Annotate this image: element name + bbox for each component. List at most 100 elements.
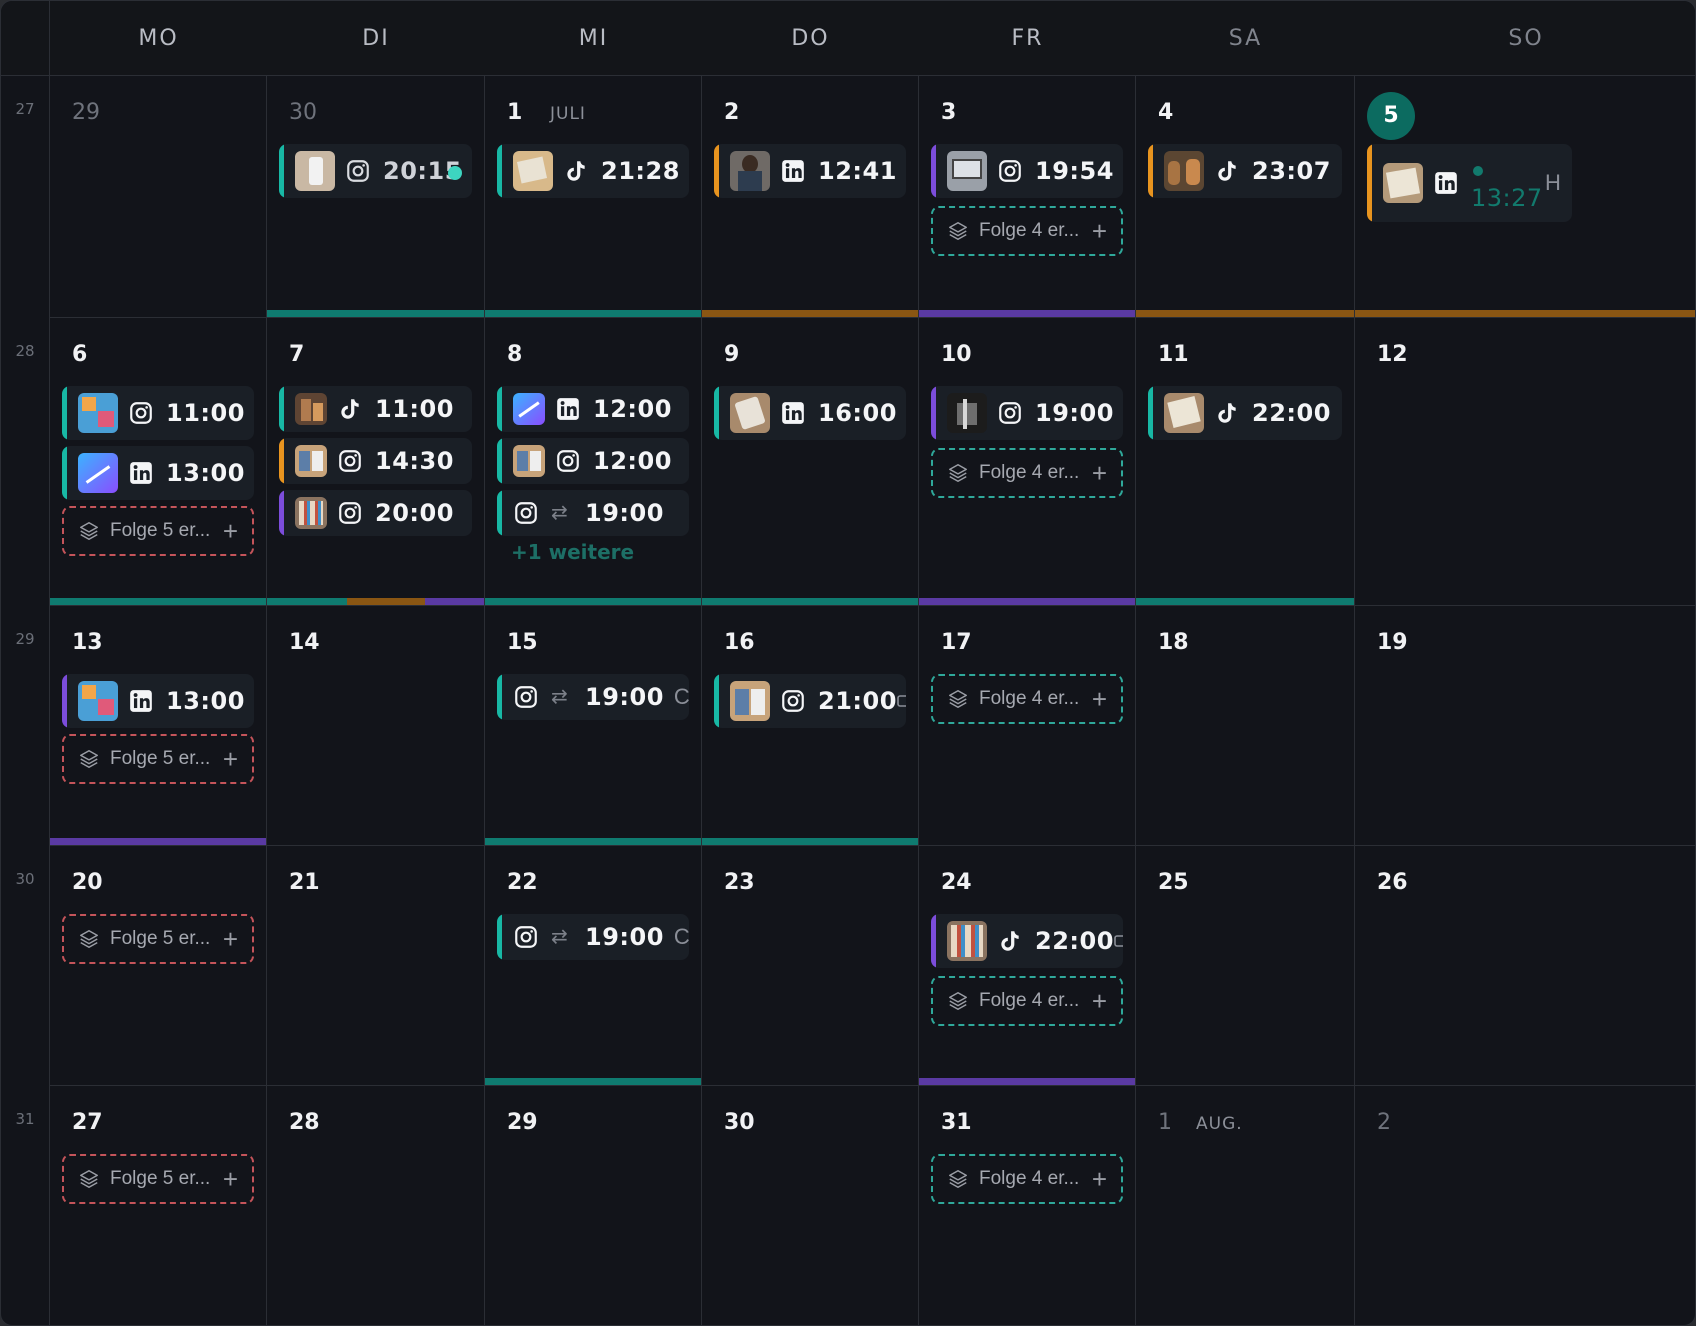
post-time: 22:00 bbox=[1035, 927, 1114, 955]
scheduled-post[interactable]: 20:00 bbox=[279, 490, 472, 536]
create-episode-placeholder[interactable]: Folge 4 er... + bbox=[931, 976, 1123, 1026]
scheduled-post[interactable]: 13:27 H bbox=[1367, 144, 1572, 222]
day-cell[interactable]: 18 bbox=[1136, 606, 1355, 846]
placeholder-label: Folge 5 er... bbox=[110, 928, 211, 949]
create-episode-placeholder[interactable]: Folge 4 er... + bbox=[931, 1154, 1123, 1204]
day-cell[interactable]: 30 20:15 bbox=[267, 76, 485, 318]
status-bar bbox=[62, 386, 67, 440]
scheduled-post[interactable]: ⇄ 19:00 C.. bbox=[497, 914, 689, 960]
day-cell[interactable]: 16 21:00 bbox=[702, 606, 919, 846]
add-icon[interactable]: + bbox=[223, 1164, 238, 1195]
day-cell[interactable]: 21 bbox=[267, 846, 485, 1086]
instagram-icon bbox=[337, 500, 363, 526]
day-cell[interactable]: 17 Folge 4 er... + bbox=[919, 606, 1136, 846]
scheduled-post[interactable]: 13:00 N bbox=[62, 674, 254, 728]
create-episode-placeholder[interactable]: Folge 5 er... + bbox=[62, 1154, 254, 1204]
scheduled-post[interactable]: 12:41 V bbox=[714, 144, 906, 198]
day-cell[interactable]: 27 Folge 5 er... + bbox=[50, 1086, 267, 1325]
scheduled-post[interactable]: 11:00 N bbox=[62, 386, 254, 440]
scheduled-post[interactable]: 12:00 bbox=[497, 386, 689, 432]
day-cell[interactable]: 7 11:00 14:30 20:00 bbox=[267, 318, 485, 606]
scheduled-post[interactable]: 13:00 V bbox=[62, 446, 254, 500]
scheduled-post[interactable]: 19:54 N bbox=[931, 144, 1123, 198]
day-cell[interactable]: 11 22:00 D bbox=[1136, 318, 1355, 606]
scheduled-post[interactable]: 16:00 C bbox=[714, 386, 906, 440]
day-cell[interactable]: 6 11:00 N 13:00 V Folge 5 er... + bbox=[50, 318, 267, 606]
create-episode-placeholder[interactable]: Folge 5 er... + bbox=[62, 734, 254, 784]
create-episode-placeholder[interactable]: Folge 4 er... + bbox=[931, 674, 1123, 724]
layers-icon bbox=[80, 522, 98, 540]
day-cell[interactable]: 24 22:00 Folge 4 er... + bbox=[919, 846, 1136, 1086]
instagram-icon bbox=[555, 448, 581, 474]
day-cell[interactable]: 20 Folge 5 er... + bbox=[50, 846, 267, 1086]
add-icon[interactable]: + bbox=[1092, 1164, 1107, 1195]
add-icon[interactable]: + bbox=[223, 516, 238, 547]
day-status-strip bbox=[267, 310, 484, 317]
status-bar bbox=[1367, 144, 1372, 222]
day-cell[interactable]: 28 bbox=[267, 1086, 485, 1325]
day-cell[interactable]: 29 bbox=[485, 1086, 702, 1325]
post-time: 13:00 bbox=[166, 687, 245, 715]
day-cell[interactable]: 1 JULI 21:28 3 bbox=[485, 76, 702, 318]
day-cell[interactable]: 30 bbox=[702, 1086, 919, 1325]
post-time: 20:00 bbox=[375, 499, 454, 527]
week-number: 27 bbox=[1, 76, 50, 318]
day-cell[interactable]: 22 ⇄ 19:00 C.. bbox=[485, 846, 702, 1086]
scheduled-post[interactable]: 11:00 bbox=[279, 386, 472, 432]
day-cell[interactable]: 26 bbox=[1355, 846, 1695, 1086]
scheduled-post[interactable]: ⇄ 19:00 bbox=[497, 490, 689, 536]
add-icon[interactable]: + bbox=[1092, 986, 1107, 1017]
more-events-link[interactable]: +1 weitere bbox=[511, 540, 634, 564]
create-episode-placeholder[interactable]: Folge 5 er... + bbox=[62, 914, 254, 964]
instagram-icon bbox=[513, 924, 539, 950]
day-cell[interactable]: 3 19:54 N Folge 4 er... + bbox=[919, 76, 1136, 318]
layers-icon bbox=[949, 1170, 967, 1188]
day-cell[interactable]: 1 AUG. bbox=[1136, 1086, 1355, 1325]
scheduled-post[interactable]: 22:00 D bbox=[1148, 386, 1342, 440]
scheduled-post[interactable]: 20:15 bbox=[279, 144, 472, 198]
day-cell[interactable]: 19 bbox=[1355, 606, 1695, 846]
add-icon[interactable]: + bbox=[1092, 458, 1107, 489]
create-episode-placeholder[interactable]: Folge 4 er... + bbox=[931, 206, 1123, 256]
add-icon[interactable]: + bbox=[1092, 216, 1107, 247]
instagram-icon bbox=[513, 684, 539, 710]
day-cell[interactable]: 29 bbox=[50, 76, 267, 318]
scheduled-post[interactable]: 22:00 bbox=[931, 914, 1123, 968]
scheduled-post[interactable]: ⇄ 19:00 C.. bbox=[497, 674, 689, 720]
scheduled-post[interactable]: 12:00 bbox=[497, 438, 689, 484]
day-cell[interactable]: 13 13:00 N Folge 5 er... + bbox=[50, 606, 267, 846]
add-icon[interactable]: + bbox=[1092, 684, 1107, 715]
day-cell[interactable]: 25 bbox=[1136, 846, 1355, 1086]
scheduled-post[interactable]: 19:00 N bbox=[931, 386, 1123, 440]
scheduled-post[interactable]: 14:30 bbox=[279, 438, 472, 484]
day-cell[interactable]: 2 bbox=[1355, 1086, 1695, 1325]
post-time: 21:28 bbox=[601, 157, 680, 185]
placeholder-label: Folge 4 er... bbox=[979, 990, 1080, 1011]
day-cell-today[interactable]: 5 13:27 H bbox=[1355, 76, 1695, 318]
scheduled-post[interactable]: 23:07 S bbox=[1148, 144, 1342, 198]
day-cell[interactable]: 31 Folge 4 er... + bbox=[919, 1086, 1136, 1325]
add-icon[interactable]: + bbox=[223, 924, 238, 955]
scheduled-post[interactable]: 21:00 bbox=[714, 674, 906, 728]
status-dot bbox=[1473, 166, 1483, 176]
status-bar bbox=[497, 490, 502, 536]
day-cell[interactable]: 9 16:00 C bbox=[702, 318, 919, 606]
day-cell[interactable]: 14 bbox=[267, 606, 485, 846]
day-number: 2 bbox=[1377, 1110, 1391, 1135]
post-time: 13:27 bbox=[1471, 184, 1543, 212]
day-cell[interactable]: 10 19:00 N Folge 4 er... + bbox=[919, 318, 1136, 606]
day-cell[interactable]: 15 ⇄ 19:00 C.. bbox=[485, 606, 702, 846]
day-number: 14 bbox=[289, 630, 320, 655]
day-number: 29 bbox=[72, 100, 100, 125]
day-cell[interactable]: 2 12:41 V bbox=[702, 76, 919, 318]
day-cell[interactable]: 4 23:07 S bbox=[1136, 76, 1355, 318]
day-cell[interactable]: 23 bbox=[702, 846, 919, 1086]
create-episode-placeholder[interactable]: Folge 4 er... + bbox=[931, 448, 1123, 498]
scheduled-post[interactable]: 21:28 3 bbox=[497, 144, 689, 198]
add-icon[interactable]: + bbox=[223, 744, 238, 775]
day-cell[interactable]: 8 12:00 12:00 ⇄ 19:00 +1 weitere bbox=[485, 318, 702, 606]
day-number: 11 bbox=[1158, 342, 1189, 367]
post-time: 12:00 bbox=[593, 447, 672, 475]
day-cell[interactable]: 12 bbox=[1355, 318, 1695, 606]
create-episode-placeholder[interactable]: Folge 5 er... + bbox=[62, 506, 254, 556]
